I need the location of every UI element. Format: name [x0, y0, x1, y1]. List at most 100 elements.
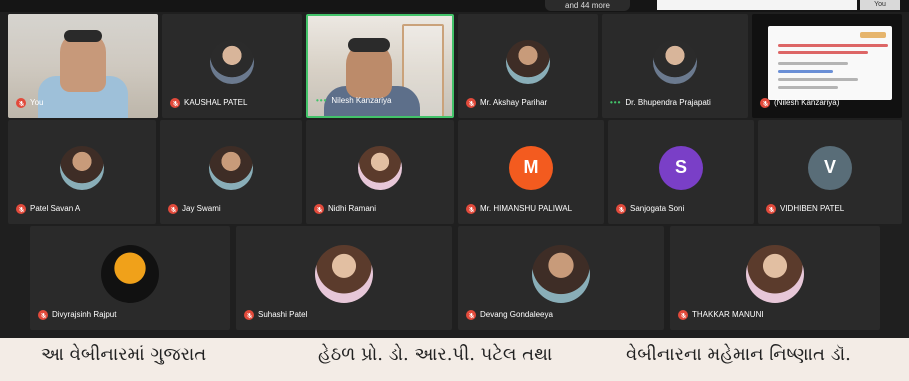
slide-text-line — [778, 70, 833, 73]
participant-name: Patel Savan A — [30, 204, 81, 213]
participant-tile-kaushal[interactable]: KAUSHAL PATEL — [162, 14, 302, 118]
participant-name-tag: Patel Savan A — [16, 204, 80, 214]
participant-tile-thakkar[interactable]: THAKKAR MANUNI — [670, 226, 880, 330]
participant-tile-nidhi[interactable]: Nidhi Ramani — [306, 120, 454, 224]
participant-avatar: M — [509, 145, 553, 190]
participants-row-3: Divyrajsinh Rajput Suhashi Patel Devang … — [0, 226, 909, 330]
newspaper-caption: આ વેબીનારમાં ગુજરાત હેઠળ પ્રો. ડો. આર.પી… — [0, 338, 909, 381]
participant-tile-suhashi[interactable]: Suhashi Patel — [236, 226, 452, 330]
avatar-initial: S — [674, 157, 687, 178]
participant-name-tag: Nidhi Ramani — [314, 204, 376, 214]
mic-muted-icon — [16, 204, 26, 214]
participant-name: Divyrajsinh Rajput — [52, 310, 117, 319]
participant-avatar — [209, 145, 253, 190]
participant-name: Mr. HIMANSHU PALIWAL — [480, 204, 573, 213]
participant-name-tag: KAUSHAL PATEL — [170, 98, 247, 108]
participant-name: KAUSHAL PATEL — [184, 98, 248, 107]
slide-title-line — [778, 51, 868, 54]
you-button[interactable]: You — [860, 0, 900, 10]
participant-avatar — [506, 39, 550, 84]
participant-name-tag: Jay Swami — [168, 204, 221, 214]
slide-text-line — [778, 78, 858, 81]
participant-avatar — [532, 244, 590, 303]
participant-tile-you[interactable]: You — [8, 14, 158, 118]
participant-name: Sanjogata Soni — [630, 204, 685, 213]
participant-tile-savan[interactable]: Patel Savan A — [8, 120, 156, 224]
participant-name-tag: Mr. Akshay Parihar — [466, 98, 547, 108]
participant-name-tag: ••• Nilesh Kanzariya — [316, 96, 391, 106]
participant-name: Nidhi Ramani — [328, 204, 377, 213]
mic-muted-icon — [38, 310, 48, 320]
top-bar: and 44 more You — [0, 0, 909, 12]
participant-name-tag: Suhashi Patel — [244, 310, 307, 320]
person-hair — [348, 38, 390, 52]
participant-tile-jay[interactable]: Jay Swami — [160, 120, 302, 224]
slide-title-line — [778, 44, 888, 47]
participant-name: (Nilesh Kanzariya) — [774, 98, 840, 107]
avatar-initial: M — [523, 157, 539, 178]
participant-name-tag: (Nilesh Kanzariya) — [760, 98, 839, 108]
participant-name: THAKKAR MANUNI — [692, 310, 764, 319]
mic-muted-icon — [760, 98, 770, 108]
avatar-initial: V — [823, 157, 836, 178]
caption-col-2: હેઠળ પ્રો. ડો. આર.પી. પટેલ તથા — [318, 344, 553, 365]
participant-tile-nilesh[interactable]: ••• Nilesh Kanzariya — [306, 14, 454, 118]
participants-grid: You KAUSHAL PATEL ••• Nilesh Kanzariya M… — [0, 12, 909, 338]
participant-name-tag: Sanjogata Soni — [616, 204, 684, 214]
participants-row-1: You KAUSHAL PATEL ••• Nilesh Kanzariya M… — [0, 14, 909, 118]
active-speaker-icon: ••• — [316, 96, 328, 105]
search-bar[interactable] — [657, 0, 857, 10]
participant-name-tag: Divyrajsinh Rajput — [38, 310, 116, 320]
participant-name-tag: ••• Dr. Bhupendra Prajapati — [610, 98, 711, 108]
mic-muted-icon — [766, 204, 776, 214]
participants-pill[interactable]: and 44 more — [545, 0, 630, 11]
mic-muted-icon — [466, 310, 476, 320]
shared-slide — [768, 26, 892, 100]
participant-name-tag: Devang Gondaleeya — [466, 310, 553, 320]
participant-name: Nilesh Kanzariya — [331, 96, 392, 105]
participants-pill-label: and 44 more — [565, 1, 610, 10]
participant-name: Dr. Bhupendra Prajapati — [625, 98, 711, 107]
zoom-meeting-screen: and 44 more You You KAUSHAL PATEL ••• Ni… — [0, 0, 909, 338]
participant-tile-himanshu[interactable]: M Mr. HIMANSHU PALIWAL — [458, 120, 604, 224]
participant-avatar: S — [659, 145, 703, 190]
mic-muted-icon — [314, 204, 324, 214]
participants-row-2: Patel Savan A Jay Swami Nidhi Ramani M M… — [0, 120, 909, 224]
participant-name-tag: THAKKAR MANUNI — [678, 310, 764, 320]
person-hair — [64, 30, 102, 42]
participant-name-tag: VIDHIBEN PATEL — [766, 204, 844, 214]
mic-muted-icon — [466, 204, 476, 214]
mic-muted-icon — [168, 204, 178, 214]
participant-tile-bhupendra[interactable]: ••• Dr. Bhupendra Prajapati — [602, 14, 748, 118]
participant-avatar — [746, 244, 804, 303]
mic-muted-icon — [466, 98, 476, 108]
participant-name: Suhashi Patel — [258, 310, 308, 319]
participant-name: Devang Gondaleeya — [480, 310, 553, 319]
participant-avatar — [358, 145, 402, 190]
participant-tile-vidhiben[interactable]: V VIDHIBEN PATEL — [758, 120, 902, 224]
participant-avatar — [101, 244, 159, 303]
participant-name-tag: You — [16, 98, 44, 108]
you-button-label: You — [874, 1, 886, 8]
caption-col-1: આ વેબીનારમાં ગુજરાત — [41, 344, 207, 365]
participant-name-tag: Mr. HIMANSHU PALIWAL — [466, 204, 572, 214]
participant-tile-akshay[interactable]: Mr. Akshay Parihar — [458, 14, 598, 118]
participant-avatar — [653, 39, 697, 84]
mic-muted-icon — [678, 310, 688, 320]
participant-tile-sanjogata[interactable]: S Sanjogata Soni — [608, 120, 754, 224]
participant-tile-devang[interactable]: Devang Gondaleeya — [458, 226, 664, 330]
mic-muted-icon — [170, 98, 180, 108]
participant-avatar: V — [808, 145, 852, 190]
participant-avatar — [315, 244, 373, 303]
participant-avatar — [60, 145, 104, 190]
participant-avatar — [210, 39, 254, 84]
mic-muted-icon — [616, 204, 626, 214]
participant-tile-screen-share[interactable]: (Nilesh Kanzariya) — [752, 14, 902, 118]
mic-muted-icon — [244, 310, 254, 320]
active-speaker-icon: ••• — [610, 98, 622, 107]
slide-text-line — [778, 86, 838, 89]
participant-name: Jay Swami — [182, 204, 221, 213]
participant-name: Mr. Akshay Parihar — [480, 98, 548, 107]
participant-tile-divyrajsinh[interactable]: Divyrajsinh Rajput — [30, 226, 230, 330]
mic-muted-icon — [16, 98, 26, 108]
